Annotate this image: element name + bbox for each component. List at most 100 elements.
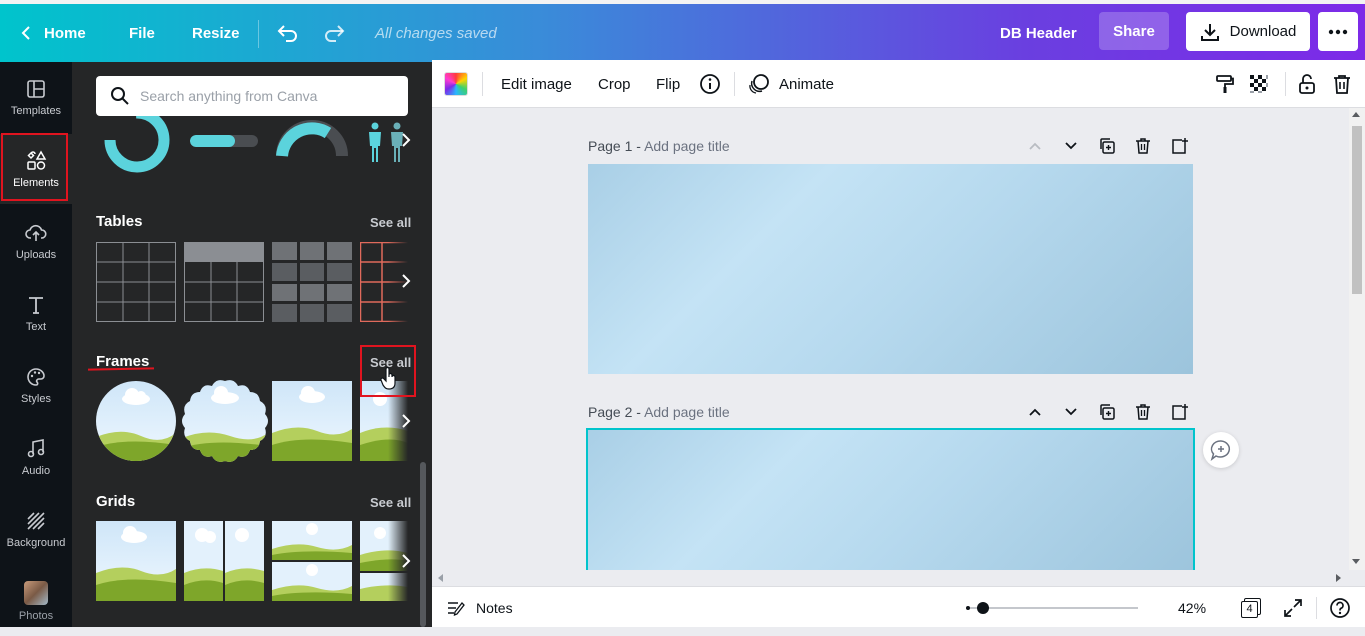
save-status: All changes saved bbox=[375, 24, 497, 42]
rail-item-templates[interactable]: Templates bbox=[0, 62, 72, 132]
file-menu-button[interactable]: File bbox=[129, 4, 155, 62]
zoom-slider-thumb[interactable] bbox=[976, 602, 989, 614]
more-options-button[interactable] bbox=[1318, 12, 1358, 51]
home-label: Home bbox=[44, 24, 86, 42]
flip-button[interactable]: Flip bbox=[656, 60, 680, 108]
page-1-canvas[interactable] bbox=[588, 164, 1193, 374]
frame-scalloped[interactable] bbox=[182, 378, 268, 464]
grid-two-columns[interactable] bbox=[184, 521, 264, 601]
chevron-down-icon bbox=[1065, 142, 1077, 150]
move-page-down-button[interactable] bbox=[1061, 136, 1081, 156]
progress-ring-shape[interactable] bbox=[100, 116, 172, 178]
landscape-image bbox=[272, 386, 352, 461]
fullscreen-button[interactable] bbox=[1283, 587, 1303, 628]
table-grid-header[interactable] bbox=[184, 242, 264, 322]
scroll-left-arrow[interactable] bbox=[438, 574, 443, 582]
add-comment-button[interactable] bbox=[1203, 432, 1239, 468]
scroll-right-arrow[interactable] bbox=[1336, 574, 1341, 582]
notes-label: Notes bbox=[476, 599, 513, 616]
copy-style-button[interactable] bbox=[1214, 60, 1236, 108]
share-button[interactable]: Share bbox=[1099, 12, 1169, 50]
page-title-input[interactable]: Add page title bbox=[644, 138, 730, 154]
crop-button[interactable]: Crop bbox=[598, 60, 631, 108]
frame-square[interactable] bbox=[272, 381, 352, 461]
transparency-button[interactable] bbox=[1248, 60, 1270, 108]
edit-image-button[interactable]: Edit image bbox=[501, 60, 572, 108]
canvas-horizontal-scrollbar[interactable] bbox=[432, 570, 1349, 586]
grid-two-rows[interactable] bbox=[272, 521, 352, 601]
scroll-thumb[interactable] bbox=[1352, 126, 1362, 294]
zoom-level[interactable]: 42% bbox=[1178, 587, 1206, 628]
text-icon bbox=[29, 296, 43, 314]
chevron-up-icon bbox=[1029, 142, 1041, 150]
add-page-button[interactable] bbox=[1169, 402, 1189, 422]
rail-label: Styles bbox=[21, 392, 51, 405]
page-title-input[interactable]: Add page title bbox=[644, 404, 730, 420]
grids-scroll-right[interactable] bbox=[394, 549, 418, 573]
search-box[interactable] bbox=[96, 76, 408, 116]
frames-scroll-right[interactable] bbox=[394, 409, 418, 433]
delete-page-button[interactable] bbox=[1133, 402, 1153, 422]
rail-item-text[interactable]: Text bbox=[0, 278, 72, 348]
redo-button[interactable] bbox=[322, 4, 346, 62]
scroll-right-button[interactable] bbox=[394, 128, 418, 152]
tables-scroll-right[interactable] bbox=[394, 269, 418, 293]
grids-see-all-link[interactable]: See all bbox=[370, 495, 411, 510]
grids-section-title: Grids bbox=[96, 493, 136, 510]
duplicate-page-button[interactable] bbox=[1097, 402, 1117, 422]
progress-bar-shape[interactable] bbox=[190, 135, 258, 147]
page-1-header: Page 1 - Add page title bbox=[588, 138, 730, 154]
notes-button[interactable]: Notes bbox=[446, 587, 513, 628]
delete-page-button[interactable] bbox=[1133, 136, 1153, 156]
file-label: File bbox=[129, 24, 155, 42]
landscape-image bbox=[96, 526, 176, 601]
undo-button[interactable] bbox=[276, 4, 300, 62]
rail-item-uploads[interactable]: Uploads bbox=[0, 206, 72, 276]
rail-label: Uploads bbox=[15, 248, 57, 261]
zoom-slider[interactable] bbox=[966, 602, 1138, 614]
canvas-area: Page 1 - Add page title Page 2 - Add pag… bbox=[432, 108, 1349, 570]
add-page-button[interactable] bbox=[1169, 136, 1189, 156]
redo-icon bbox=[325, 25, 345, 42]
scroll-down-arrow[interactable] bbox=[1352, 559, 1360, 564]
resize-button[interactable]: Resize bbox=[192, 4, 240, 62]
move-page-up-button[interactable] bbox=[1025, 402, 1045, 422]
table-grid-plain[interactable] bbox=[96, 242, 176, 322]
info-button[interactable] bbox=[699, 60, 721, 108]
tables-see-all-link[interactable]: See all bbox=[370, 215, 411, 230]
help-button[interactable] bbox=[1329, 587, 1351, 628]
chevron-right-icon bbox=[402, 414, 411, 428]
lock-button[interactable] bbox=[1296, 60, 1318, 108]
move-page-down-button[interactable] bbox=[1061, 402, 1081, 422]
home-button[interactable]: Home bbox=[20, 4, 86, 62]
add-page-icon bbox=[1172, 138, 1188, 154]
move-page-up-button[interactable] bbox=[1025, 136, 1045, 156]
notes-icon bbox=[448, 601, 465, 616]
scroll-up-arrow[interactable] bbox=[1352, 112, 1360, 117]
search-input[interactable] bbox=[140, 88, 380, 104]
rail-item-photos[interactable]: Photos bbox=[0, 566, 72, 636]
paint-roller-icon bbox=[1216, 75, 1234, 93]
gauge-shape[interactable] bbox=[276, 120, 348, 160]
grid-single[interactable] bbox=[96, 521, 176, 601]
canvas-vertical-scrollbar[interactable] bbox=[1349, 108, 1365, 570]
animate-button[interactable]: Animate bbox=[748, 60, 834, 108]
frame-circle[interactable] bbox=[96, 381, 176, 461]
add-page-icon bbox=[1172, 404, 1188, 420]
page-count: 4 bbox=[1241, 600, 1258, 618]
download-button[interactable]: Download bbox=[1186, 12, 1310, 51]
delete-button[interactable] bbox=[1331, 60, 1353, 108]
table-grid-filled[interactable] bbox=[272, 242, 352, 322]
page-2-canvas[interactable] bbox=[586, 428, 1195, 570]
pages-icon: 4 bbox=[1241, 597, 1261, 618]
trash-icon bbox=[1136, 404, 1150, 420]
duplicate-page-button[interactable] bbox=[1097, 136, 1117, 156]
design-title[interactable]: DB Header bbox=[1000, 4, 1077, 62]
panel-scrollbar[interactable] bbox=[420, 462, 426, 627]
chevron-left-icon bbox=[21, 26, 30, 40]
rail-item-audio[interactable]: Audio bbox=[0, 422, 72, 492]
page-count-button[interactable]: 4 bbox=[1241, 587, 1261, 628]
rail-item-styles[interactable]: Styles bbox=[0, 350, 72, 420]
rail-item-background[interactable]: Background bbox=[0, 494, 72, 564]
color-picker-button[interactable] bbox=[444, 60, 468, 108]
